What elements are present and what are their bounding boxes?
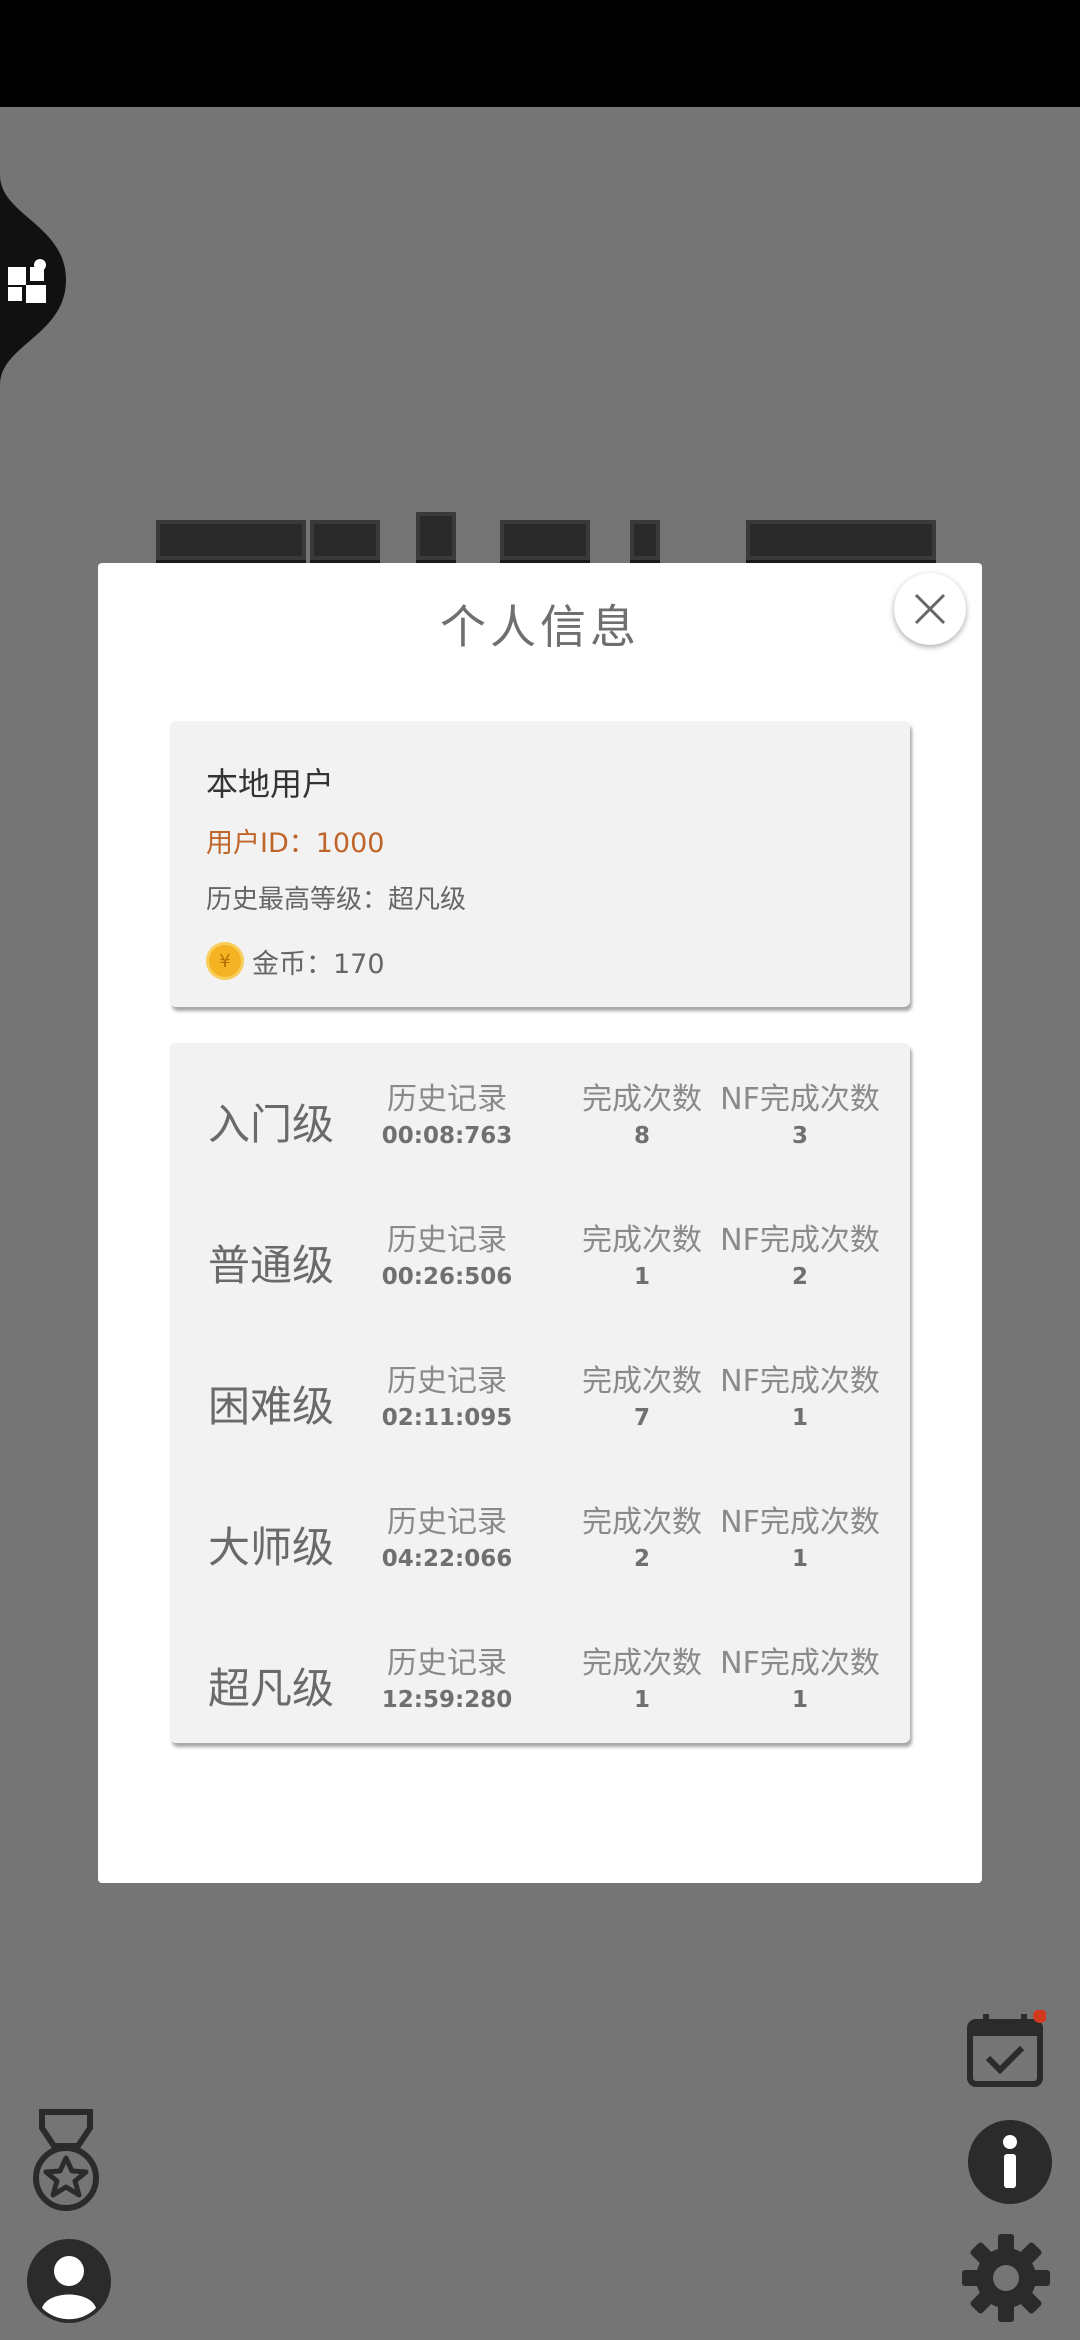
done-label: 完成次数 <box>582 1223 702 1258</box>
highest-level: 历史最高等级：超凡级 <box>206 885 467 915</box>
nf-value: 1 <box>791 1687 808 1713</box>
done-column: 完成次数 8 <box>562 1081 722 1153</box>
calendar-check-icon[interactable] <box>966 2009 1047 2090</box>
close-icon <box>914 593 946 625</box>
background-title <box>150 512 950 560</box>
nf-column: NF完成次数 2 <box>708 1222 892 1294</box>
nf-column: NF完成次数 1 <box>708 1363 892 1435</box>
nf-value: 3 <box>791 1123 808 1149</box>
level-name: 大师级 <box>208 1523 335 1572</box>
level-name: 困难级 <box>208 1382 335 1431</box>
record-column: 历史记录 02:11:095 <box>372 1363 522 1435</box>
stat-row: 入门级 历史记录 00:08:763 完成次数 8 NF完成次数 3 <box>170 1053 910 1173</box>
level-name: 普通级 <box>208 1241 335 1290</box>
record-value: 12:59:280 <box>381 1687 513 1713</box>
nf-column: NF完成次数 1 <box>708 1504 892 1576</box>
modal-title: 个人信息 <box>440 600 640 654</box>
user-id: 用户ID：1000 <box>206 828 385 859</box>
record-column: 历史记录 00:08:763 <box>372 1081 522 1153</box>
done-column: 完成次数 7 <box>562 1363 722 1435</box>
record-value: 00:08:763 <box>381 1123 513 1149</box>
record-label: 历史记录 <box>387 1223 507 1258</box>
done-value: 1 <box>633 1264 650 1290</box>
nf-value: 1 <box>791 1546 808 1572</box>
done-column: 完成次数 1 <box>562 1222 722 1294</box>
done-value: 7 <box>633 1405 650 1431</box>
profile-modal: 个人信息 本地用户 用户ID：1000 历史最高等级：超凡级 ¥ 金币：170 … <box>98 563 982 1883</box>
stat-row: 困难级 历史记录 02:11:095 完成次数 7 NF完成次数 1 <box>170 1335 910 1455</box>
done-label: 完成次数 <box>582 1505 702 1540</box>
status-bar <box>0 0 1080 107</box>
record-column: 历史记录 00:26:506 <box>372 1222 522 1294</box>
nf-label: NF完成次数 <box>720 1082 880 1117</box>
done-label: 完成次数 <box>582 1364 702 1399</box>
coin-icon: ¥ <box>206 942 244 980</box>
done-label: 完成次数 <box>582 1082 702 1117</box>
stat-row: 普通级 历史记录 00:26:506 完成次数 1 NF完成次数 2 <box>170 1194 910 1314</box>
nf-label: NF完成次数 <box>720 1646 880 1681</box>
info-icon[interactable] <box>966 2118 1054 2206</box>
done-label: 完成次数 <box>582 1646 702 1681</box>
level-name: 入门级 <box>208 1100 335 1149</box>
coin-balance: ¥ 金币：170 <box>206 941 385 981</box>
nf-column: NF完成次数 3 <box>708 1081 892 1153</box>
record-column: 历史记录 12:59:280 <box>372 1645 522 1717</box>
record-label: 历史记录 <box>387 1646 507 1681</box>
done-value: 2 <box>633 1546 650 1572</box>
user-name: 本地用户 <box>206 765 335 803</box>
gear-icon[interactable] <box>960 2232 1052 2324</box>
record-label: 历史记录 <box>387 1364 507 1399</box>
done-column: 完成次数 2 <box>562 1504 722 1576</box>
avatar-icon[interactable] <box>24 2236 114 2326</box>
done-column: 完成次数 1 <box>562 1645 722 1717</box>
done-value: 1 <box>633 1687 650 1713</box>
medal-icon[interactable] <box>28 2108 108 2218</box>
done-value: 8 <box>633 1123 650 1149</box>
record-value: 04:22:066 <box>381 1546 513 1572</box>
nf-label: NF完成次数 <box>720 1505 880 1540</box>
user-info-card: 本地用户 用户ID：1000 历史最高等级：超凡级 ¥ 金币：170 <box>170 721 910 1007</box>
nf-label: NF完成次数 <box>720 1223 880 1258</box>
stats-card: 入门级 历史记录 00:08:763 完成次数 8 NF完成次数 3 普通级 历… <box>170 1043 910 1743</box>
stat-row: 大师级 历史记录 04:22:066 完成次数 2 NF完成次数 1 <box>170 1476 910 1596</box>
level-name: 超凡级 <box>208 1664 335 1713</box>
stat-row: 超凡级 历史记录 12:59:280 完成次数 1 NF完成次数 1 <box>170 1617 910 1737</box>
record-label: 历史记录 <box>387 1082 507 1117</box>
record-label: 历史记录 <box>387 1505 507 1540</box>
side-tab[interactable] <box>0 175 66 385</box>
record-value: 02:11:095 <box>381 1405 513 1431</box>
nf-label: NF完成次数 <box>720 1364 880 1399</box>
close-button[interactable] <box>894 573 966 645</box>
record-value: 00:26:506 <box>381 1264 513 1290</box>
nf-value: 1 <box>791 1405 808 1431</box>
coin-label: 金币：170 <box>252 948 385 980</box>
nf-column: NF完成次数 1 <box>708 1645 892 1717</box>
record-column: 历史记录 04:22:066 <box>372 1504 522 1576</box>
nf-value: 2 <box>791 1264 808 1290</box>
